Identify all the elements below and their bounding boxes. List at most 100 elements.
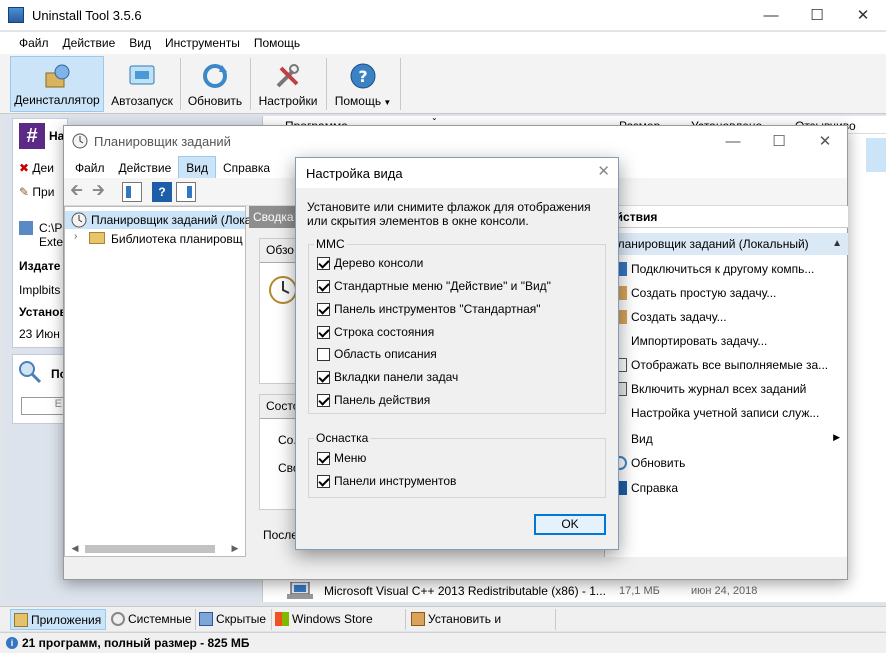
ts-titlebar: Планировщик заданий — ☐ ✕ — [64, 126, 847, 156]
settings-button[interactable]: Настройки — [252, 56, 324, 112]
ut-window-title: Uninstall Tool 3.5.6 — [32, 8, 142, 23]
checkbox[interactable] — [317, 371, 330, 384]
scroll-right-icon[interactable]: ▶ — [227, 540, 243, 556]
ts-menu-help[interactable]: Справка — [216, 157, 277, 179]
folder-icon — [89, 232, 105, 244]
tab-install-track[interactable]: Установить и следить — [408, 609, 556, 647]
uninstaller-icon — [45, 64, 70, 88]
scroll-left-icon[interactable]: ◀ — [67, 540, 83, 556]
action-import-task[interactable]: Импортировать задачу... — [631, 334, 767, 348]
checkbox[interactable] — [317, 475, 330, 488]
publisher-label: Издате — [19, 259, 61, 273]
table-row[interactable]: Microsoft Visual C++ 2013 Redistributabl… — [263, 580, 886, 602]
ts-minimize-icon[interactable]: — — [710, 126, 756, 157]
action-refresh[interactable]: Обновить — [631, 456, 685, 470]
search-icon — [19, 361, 42, 384]
expand-arrow-icon[interactable]: › — [74, 231, 77, 242]
info-icon: i — [6, 637, 18, 649]
ts-close-icon[interactable]: ✕ — [802, 126, 848, 157]
tools-icon — [276, 64, 299, 88]
windows-logo-icon — [275, 612, 289, 626]
tab-applications[interactable]: Приложения — [10, 609, 106, 630]
checkbox[interactable] — [317, 452, 330, 465]
checkbox[interactable] — [317, 280, 330, 293]
action-account-config[interactable]: Настройка учетной записи служ... — [631, 406, 819, 420]
maximize-icon[interactable]: ☐ — [794, 0, 840, 31]
action-help[interactable]: Справка — [631, 481, 678, 495]
action-create-task[interactable]: Создать задачу... — [631, 310, 727, 324]
forward-arrow-icon[interactable]: 🡲 — [92, 182, 112, 202]
installed-label: Установ — [19, 305, 67, 319]
svg-text:?: ? — [358, 67, 367, 86]
close-icon[interactable]: ✕ — [840, 0, 886, 31]
collapse-arrow-icon[interactable]: ▲ — [832, 233, 842, 255]
snapin-group-label: Оснастка — [314, 431, 371, 445]
force-action[interactable]: ✎ При — [19, 185, 54, 199]
actions-pane: ействия Планировщик заданий (Локальный) … — [604, 206, 848, 557]
row-date: июн 24, 2018 — [691, 585, 758, 597]
dialog-close-icon[interactable]: ✕ — [597, 162, 610, 180]
show-hide-tree-icon[interactable] — [122, 182, 142, 202]
actions-header: ействия — [605, 206, 848, 228]
search-input[interactable]: Е — [21, 397, 67, 415]
last-refresh-label: После — [263, 528, 298, 542]
action-view[interactable]: Вид — [631, 432, 653, 446]
app-details-card: # На ✖ Деи ✎ При C:\P Exte Издате Implbi… — [12, 118, 68, 348]
uninstaller-button[interactable]: Деинсталлятор — [10, 56, 104, 112]
autorun-button[interactable]: Автозапуск — [106, 56, 178, 112]
menu-file[interactable]: Файл — [12, 32, 56, 54]
menu-tools[interactable]: Инструменты — [158, 32, 247, 54]
dialog-titlebar: Настройка вида ✕ — [296, 158, 618, 188]
ts-menu-action[interactable]: Действие — [112, 157, 179, 179]
folder-path-icon — [19, 221, 33, 235]
update-button[interactable]: Обновить — [182, 56, 248, 112]
show-hide-action-icon[interactable] — [176, 182, 196, 202]
help-topic-icon[interactable]: ? — [152, 182, 172, 202]
ts-menu-file[interactable]: Файл — [68, 157, 112, 179]
checkbox[interactable] — [317, 257, 330, 270]
ts-menu-view[interactable]: Вид — [178, 156, 216, 180]
category-tabs: Приложения Системные Скрытые Windows Sto… — [0, 606, 886, 647]
action-enable-history[interactable]: Включить журнал всех заданий — [631, 382, 806, 396]
help-button[interactable]: ? Помощь ▼ — [328, 56, 398, 112]
action-connect[interactable]: Подключиться к другому компь... — [631, 262, 814, 276]
row-size: 17,1 МБ — [619, 585, 660, 597]
ut-menubar: Файл Действие Вид Инструменты Помощь — [0, 32, 886, 54]
actions-section-header[interactable]: Планировщик заданий (Локальный) ▲ — [605, 233, 848, 255]
tab-hidden[interactable]: Скрытые — [196, 609, 272, 630]
back-arrow-icon[interactable]: 🡰 — [70, 182, 90, 202]
console-tree: Планировщик заданий (Локал › Библиотека … — [64, 206, 258, 557]
menu-help[interactable]: Помощь — [247, 32, 307, 54]
ok-button[interactable]: OK — [534, 514, 606, 535]
refresh-icon — [203, 64, 227, 88]
action-display-running[interactable]: Отображать все выполняемые за... — [631, 358, 828, 372]
snapin-group — [308, 438, 606, 498]
applications-icon — [14, 613, 28, 627]
checkbox[interactable] — [317, 348, 330, 361]
tab-system[interactable]: Системные — [108, 609, 196, 630]
actions-list: Подключиться к другому компь... Создать … — [605, 258, 848, 518]
install-track-icon — [411, 612, 425, 626]
checkbox[interactable] — [317, 303, 330, 316]
action-create-basic-task[interactable]: Создать простую задачу... — [631, 286, 776, 300]
horizontal-scrollbar-thumb[interactable] — [85, 545, 215, 553]
tab-windows-store[interactable]: Windows Store Apps — [272, 609, 406, 647]
clock-icon — [72, 133, 88, 149]
tree-item-root[interactable]: Планировщик заданий (Локал — [65, 211, 258, 229]
dialog-description: Установите или снимите флажок для отобра… — [307, 200, 591, 228]
big-clock-icon — [269, 276, 297, 304]
ts-maximize-icon[interactable]: ☐ — [756, 126, 802, 157]
scheduler-clock-icon — [71, 212, 87, 228]
delete-icon: ✖ — [19, 161, 30, 175]
menu-action[interactable]: Действие — [56, 32, 123, 54]
installed-value: 23 Июн — [19, 327, 60, 341]
tree-item-library[interactable]: › Библиотека планировщ — [65, 230, 245, 248]
minimize-icon[interactable]: — — [748, 0, 794, 31]
checkbox[interactable] — [317, 326, 330, 339]
menu-view[interactable]: Вид — [122, 32, 158, 54]
uninstall-action[interactable]: ✖ Деи — [19, 161, 54, 175]
ut-titlebar: Uninstall Tool 3.5.6 — ☐ ✕ — [0, 0, 886, 31]
sort-arrow-icon: ⌄ — [431, 113, 438, 122]
checkbox[interactable] — [317, 394, 330, 407]
ts-window-title: Планировщик заданий — [94, 134, 231, 149]
